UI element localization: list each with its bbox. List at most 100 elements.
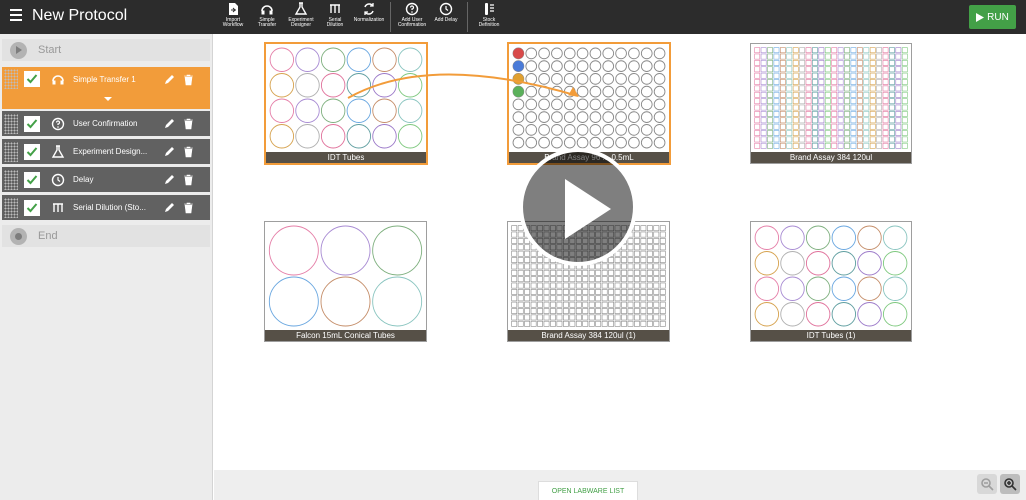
step-experiment-designer[interactable]: Experiment Design... (2, 139, 210, 164)
step-checkbox[interactable] (24, 115, 40, 132)
drag-handle-icon[interactable] (4, 141, 18, 162)
well (614, 308, 621, 314)
drag-handle-icon[interactable] (4, 169, 18, 190)
well (901, 136, 908, 143)
well (863, 142, 870, 149)
delete-icon[interactable] (182, 145, 195, 158)
transfer-arrow (347, 73, 579, 99)
edit-icon[interactable] (163, 145, 176, 158)
well (844, 142, 850, 149)
well (589, 111, 602, 123)
step-checkbox[interactable] (24, 71, 40, 87)
well (754, 66, 761, 73)
well (850, 60, 857, 66)
simple-transfer-button[interactable]: Simple Transfer (250, 0, 284, 34)
step-checkbox[interactable] (24, 199, 40, 216)
labware-plate[interactable]: Brand Assay 384 120ul (750, 43, 912, 164)
well (856, 79, 863, 85)
well (615, 60, 627, 72)
well (831, 60, 838, 66)
import-workflow-button[interactable]: Import Workflow (216, 0, 250, 34)
stock-definition-button[interactable]: Stock Definition (472, 0, 506, 34)
well (863, 136, 870, 143)
well (537, 269, 543, 276)
delete-icon[interactable] (182, 73, 195, 86)
zoom-in-button[interactable] (1000, 474, 1020, 494)
well (320, 124, 346, 149)
well (589, 124, 602, 136)
normalization-button[interactable]: Normalization (352, 0, 386, 34)
delete-icon[interactable] (182, 117, 195, 130)
labware-plate[interactable]: IDT Tubes (1) (750, 221, 912, 342)
step-delay[interactable]: Delay (2, 167, 210, 192)
well (653, 320, 660, 327)
well (563, 320, 569, 327)
well (511, 301, 518, 308)
well (608, 269, 614, 276)
well (530, 263, 537, 270)
well (511, 231, 518, 238)
drag-handle-icon[interactable] (4, 69, 18, 89)
well (805, 276, 831, 301)
tool-label: Add User Confirmation (397, 17, 427, 28)
well (869, 117, 876, 124)
edit-icon[interactable] (163, 173, 176, 186)
expand-caret-icon[interactable] (104, 97, 112, 101)
well (525, 124, 538, 136)
step-user-confirmation[interactable]: User Confirmation (2, 111, 210, 136)
well (537, 301, 543, 308)
menu-icon[interactable] (10, 9, 22, 23)
well (824, 123, 831, 130)
well (812, 72, 818, 79)
well (901, 117, 908, 124)
well (754, 276, 780, 301)
well (889, 85, 895, 92)
well (517, 238, 524, 244)
well (621, 295, 627, 302)
well (895, 91, 902, 98)
well (856, 72, 863, 79)
add-delay-button[interactable]: Add Delay (429, 0, 463, 34)
labware-plate[interactable]: Falcon 15mL Conical Tubes (264, 221, 427, 342)
drag-handle-icon[interactable] (4, 113, 18, 134)
delete-icon[interactable] (182, 201, 195, 214)
well (792, 66, 799, 73)
well (511, 269, 518, 276)
edit-icon[interactable] (163, 73, 176, 86)
well (824, 142, 831, 149)
step-checkbox[interactable] (24, 143, 40, 160)
well (511, 250, 518, 257)
video-play-button[interactable] (519, 148, 637, 266)
well (812, 47, 818, 54)
well (608, 308, 614, 314)
edit-icon[interactable] (163, 117, 176, 130)
well (773, 85, 780, 92)
well (614, 269, 621, 276)
step-simple-transfer[interactable]: Simple Transfer 1 (2, 67, 210, 109)
zoom-out-button[interactable] (977, 474, 997, 494)
step-checkbox[interactable] (24, 171, 40, 188)
well (615, 111, 627, 123)
well (615, 47, 627, 60)
add-user-confirmation-button[interactable]: Add User Confirmation (395, 0, 429, 34)
run-button[interactable]: RUN (969, 5, 1016, 29)
step-label: Serial Dilution (Sto... (73, 203, 146, 212)
well (792, 98, 799, 105)
well (901, 53, 908, 60)
well (895, 98, 902, 105)
well (511, 244, 518, 251)
drag-handle-icon[interactable] (4, 197, 18, 218)
edit-icon[interactable] (163, 201, 176, 214)
serial-dilution-button[interactable]: Serial Dilution (318, 0, 352, 34)
delete-icon[interactable] (182, 173, 195, 186)
well (595, 295, 602, 302)
well (634, 257, 640, 263)
well (640, 295, 647, 302)
well (653, 73, 666, 85)
well (524, 244, 531, 251)
well (602, 124, 615, 136)
step-serial-dilution[interactable]: Serial Dilution (Sto... (2, 195, 210, 220)
open-labware-list-button[interactable]: OPEN LABWARE LIST (538, 481, 638, 500)
experiment-designer-button[interactable]: Experiment Designer (284, 0, 318, 34)
well (543, 314, 550, 321)
